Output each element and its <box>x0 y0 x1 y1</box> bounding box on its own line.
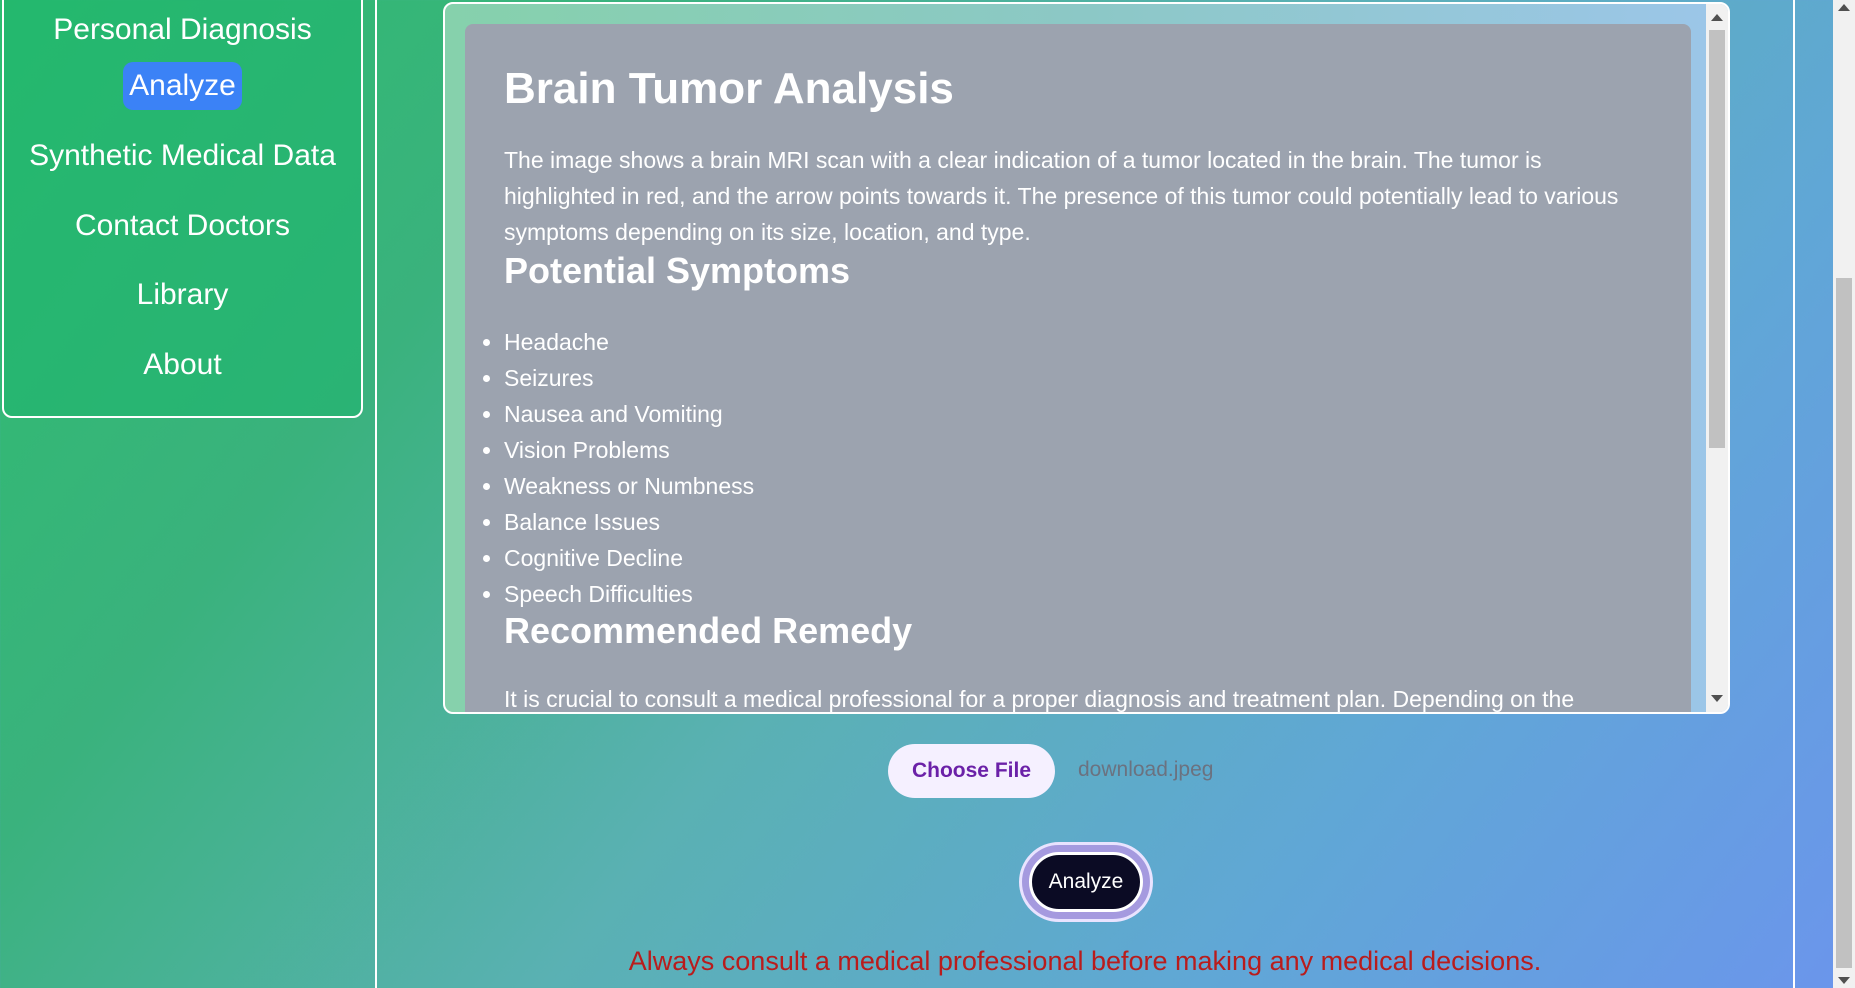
result-scrollbar[interactable] <box>1706 4 1728 712</box>
scroll-down-arrow-icon[interactable] <box>1711 695 1723 702</box>
result-title: Brain Tumor Analysis <box>504 64 954 113</box>
symptoms-heading: Potential Symptoms <box>504 250 851 291</box>
sidebar-nav: Personal Diagnosis Analyze Synthetic Med… <box>2 0 363 418</box>
nav-item-about[interactable]: About <box>4 341 361 389</box>
list-item: Speech Difficulties <box>504 576 754 612</box>
analyze-button[interactable]: Analyze <box>1029 852 1143 912</box>
nav-item-label: Synthetic Medical Data <box>29 139 336 172</box>
scrollbar-thumb[interactable] <box>1836 278 1852 968</box>
list-item: Balance Issues <box>504 504 754 540</box>
list-item: Headache <box>504 324 754 360</box>
choose-file-button[interactable]: Choose File <box>888 744 1055 798</box>
selected-file-name: download.jpeg <box>1078 758 1214 781</box>
nav-item-personal-diagnosis[interactable]: Personal Diagnosis <box>4 6 361 54</box>
nav-item-label: Contact Doctors <box>74 209 291 242</box>
scroll-up-arrow-icon[interactable] <box>1838 4 1850 11</box>
analysis-result-box[interactable]: Brain Tumor Analysis The image shows a b… <box>443 2 1730 714</box>
nav-item-synthetic-medical-data[interactable]: Synthetic Medical Data <box>4 132 361 180</box>
list-item: Nausea and Vomiting <box>504 396 754 432</box>
list-item: Cognitive Decline <box>504 540 754 576</box>
nav-item-contact-doctors[interactable]: Contact Doctors <box>4 202 361 250</box>
scrollbar-thumb[interactable] <box>1709 30 1725 448</box>
analysis-result-content: Brain Tumor Analysis The image shows a b… <box>465 24 1691 712</box>
nav-item-library[interactable]: Library <box>4 271 361 319</box>
nav-item-label: Personal Diagnosis <box>53 13 312 46</box>
result-intro: The image shows a brain MRI scan with a … <box>504 147 1619 245</box>
scroll-up-arrow-icon[interactable] <box>1711 14 1723 21</box>
list-item: Seizures <box>504 360 754 396</box>
remedy-heading: Recommended Remedy <box>504 610 913 651</box>
symptoms-list: Headache Seizures Nausea and Vomiting Vi… <box>504 324 754 612</box>
nav-item-label: Analyze <box>123 62 242 110</box>
nav-item-label: About <box>143 348 222 381</box>
page-scrollbar[interactable] <box>1833 0 1855 988</box>
scroll-down-arrow-icon[interactable] <box>1838 977 1850 984</box>
list-item: Vision Problems <box>504 432 754 468</box>
remedy-text: It is crucial to consult a medical profe… <box>504 686 1575 712</box>
nav-item-analyze[interactable]: Analyze <box>4 62 361 110</box>
medical-disclaimer: Always consult a medical professional be… <box>628 946 1542 976</box>
list-item: Weakness or Numbness <box>504 468 754 504</box>
nav-item-label: Library <box>136 278 229 311</box>
